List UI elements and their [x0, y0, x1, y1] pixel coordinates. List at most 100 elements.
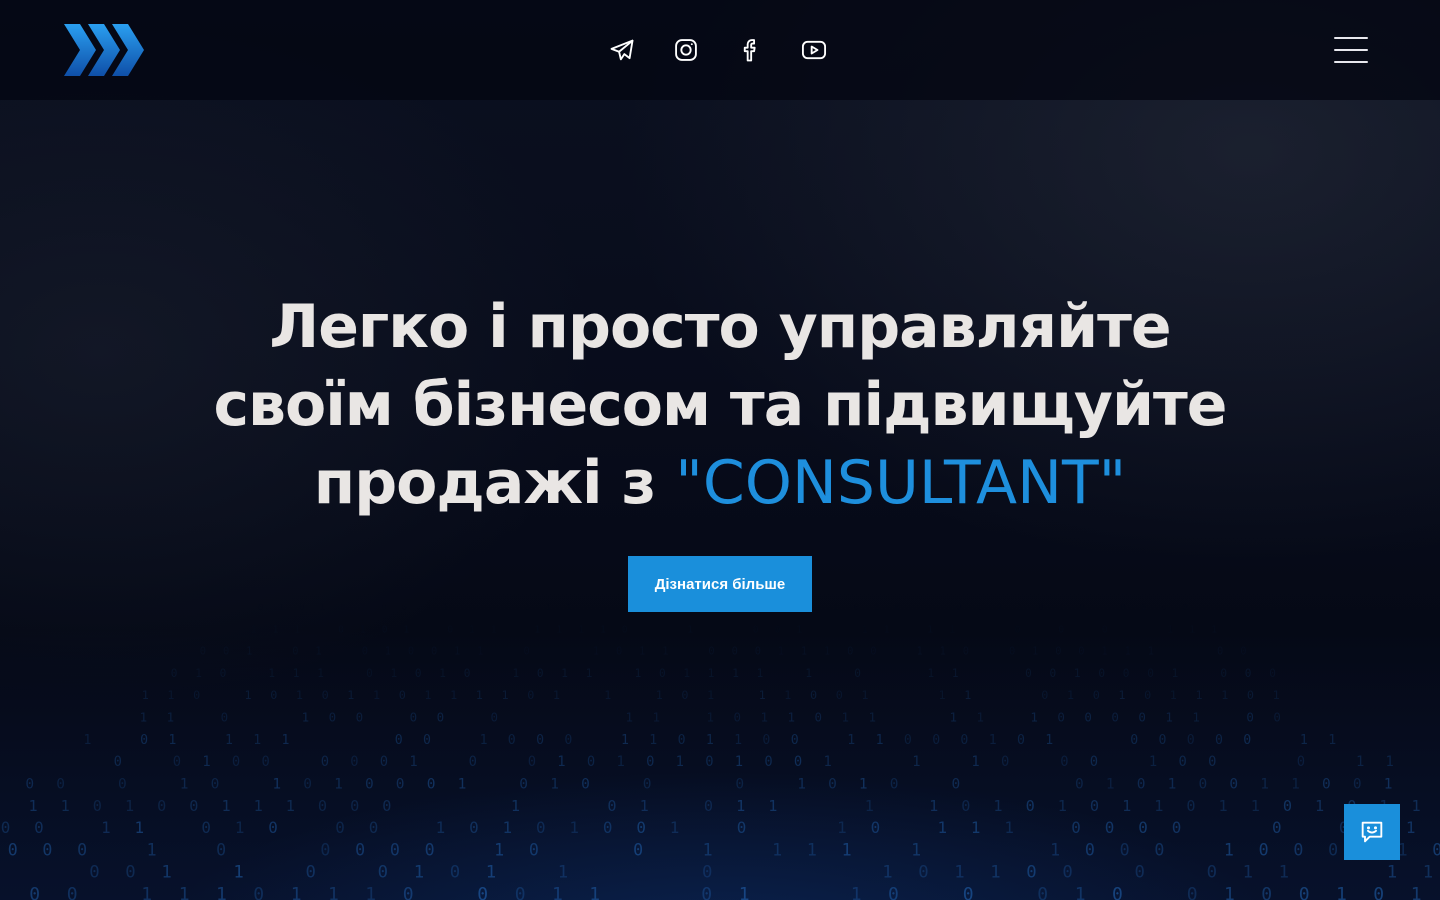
chat-widget-button[interactable] — [1344, 804, 1400, 860]
svg-text:1: 1 — [235, 818, 245, 837]
svg-text:0: 0 — [93, 797, 102, 815]
svg-text:1: 1 — [649, 733, 657, 748]
svg-text:0: 0 — [775, 624, 781, 635]
svg-text:0: 0 — [607, 797, 616, 815]
svg-text:1: 1 — [784, 688, 791, 702]
svg-text:0: 0 — [1137, 777, 1146, 793]
svg-text:0: 0 — [220, 667, 227, 680]
svg-text:0: 0 — [223, 646, 229, 658]
svg-text:0: 0 — [322, 688, 329, 702]
svg-text:1: 1 — [140, 710, 148, 725]
svg-text:0: 0 — [1120, 603, 1125, 613]
svg-text:0: 0 — [791, 733, 799, 748]
background-glow — [0, 640, 1440, 900]
svg-text:1: 1 — [824, 754, 832, 770]
svg-text:0: 0 — [340, 603, 345, 613]
hamburger-menu-icon[interactable] — [1334, 36, 1370, 64]
svg-text:1: 1 — [874, 603, 879, 613]
svg-text:1: 1 — [1279, 863, 1289, 883]
svg-text:1: 1 — [373, 688, 380, 702]
svg-text:0: 0 — [794, 754, 802, 770]
svg-text:0: 0 — [1017, 733, 1025, 748]
svg-text:0: 0 — [705, 754, 713, 770]
svg-text:0: 0 — [1199, 777, 1208, 793]
svg-text:0: 0 — [201, 818, 211, 837]
svg-text:1: 1 — [589, 884, 600, 900]
svg-text:1: 1 — [928, 667, 935, 680]
svg-text:1: 1 — [61, 797, 70, 815]
svg-text:1: 1 — [778, 646, 784, 658]
svg-text:0: 0 — [320, 840, 330, 859]
svg-text:1: 1 — [569, 818, 579, 837]
svg-text:0: 0 — [1041, 688, 1048, 702]
svg-text:0: 0 — [258, 603, 263, 613]
svg-text:1: 1 — [1273, 688, 1280, 702]
svg-text:1: 1 — [626, 710, 634, 725]
svg-text:0: 0 — [211, 777, 220, 793]
svg-text:0: 0 — [952, 777, 961, 793]
svg-text:1: 1 — [824, 646, 830, 658]
hero-title: Легко і просто управляйте своїм бізнесом… — [0, 288, 1440, 522]
telegram-icon[interactable] — [604, 32, 640, 68]
svg-text:0: 0 — [382, 624, 388, 635]
svg-text:0: 0 — [1187, 733, 1195, 748]
svg-text:0: 0 — [114, 754, 122, 770]
svg-text:1: 1 — [801, 646, 807, 658]
svg-text:1: 1 — [940, 646, 946, 658]
svg-text:1: 1 — [971, 754, 979, 770]
svg-text:1: 1 — [1384, 777, 1393, 793]
svg-text:1: 1 — [670, 818, 680, 837]
svg-text:0: 0 — [1243, 733, 1251, 748]
svg-text:0: 0 — [369, 818, 379, 837]
svg-text:0: 0 — [77, 840, 87, 859]
svg-text:1: 1 — [736, 797, 745, 815]
svg-text:0: 0 — [1273, 710, 1281, 725]
svg-text:0: 0 — [1138, 818, 1148, 837]
svg-text:0: 0 — [318, 797, 327, 815]
svg-text:1: 1 — [1075, 884, 1086, 900]
svg-text:1: 1 — [884, 624, 890, 635]
svg-text:0: 0 — [737, 818, 747, 837]
svg-text:0: 0 — [734, 710, 742, 725]
svg-text:0: 0 — [1245, 667, 1252, 680]
svg-text:0: 0 — [464, 667, 471, 680]
hero-title-line-1: Легко і просто управляйте — [269, 292, 1171, 362]
svg-text:0: 0 — [403, 884, 414, 900]
svg-text:1: 1 — [1167, 624, 1173, 635]
svg-text:1: 1 — [385, 646, 391, 658]
svg-text:0: 0 — [1147, 667, 1154, 680]
svg-text:1: 1 — [1172, 667, 1179, 680]
svg-text:0: 0 — [1093, 688, 1100, 702]
svg-text:0: 0 — [870, 646, 876, 658]
svg-text:1: 1 — [851, 884, 862, 900]
svg-text:1: 1 — [635, 667, 642, 680]
svg-text:1: 1 — [676, 754, 684, 770]
svg-text:0: 0 — [1, 818, 11, 837]
svg-text:0: 0 — [427, 777, 436, 793]
svg-text:0: 0 — [173, 754, 181, 770]
learn-more-button[interactable]: Дізнатися більше — [628, 556, 812, 612]
svg-text:1: 1 — [436, 818, 446, 837]
site-logo[interactable] — [62, 22, 146, 78]
svg-text:0: 0 — [1229, 777, 1238, 793]
svg-text:1: 1 — [621, 733, 629, 748]
svg-text:1: 1 — [949, 624, 955, 635]
svg-text:1: 1 — [494, 840, 504, 859]
svg-text:0: 0 — [292, 646, 298, 658]
svg-text:1: 1 — [1260, 777, 1269, 793]
svg-text:0: 0 — [1159, 733, 1167, 748]
instagram-icon[interactable] — [668, 32, 704, 68]
youtube-icon[interactable] — [796, 32, 832, 68]
svg-text:1: 1 — [805, 667, 812, 680]
svg-text:1: 1 — [294, 624, 300, 635]
svg-text:0: 0 — [1001, 754, 1009, 770]
svg-text:0: 0 — [437, 710, 445, 725]
facebook-icon[interactable] — [732, 32, 768, 68]
svg-text:0: 0 — [56, 777, 65, 793]
svg-text:0: 0 — [836, 688, 843, 702]
svg-text:1: 1 — [954, 863, 964, 883]
svg-text:0: 0 — [622, 624, 628, 635]
svg-text:0: 0 — [299, 603, 304, 613]
svg-text:1: 1 — [1221, 688, 1228, 702]
svg-text:1: 1 — [600, 624, 606, 635]
